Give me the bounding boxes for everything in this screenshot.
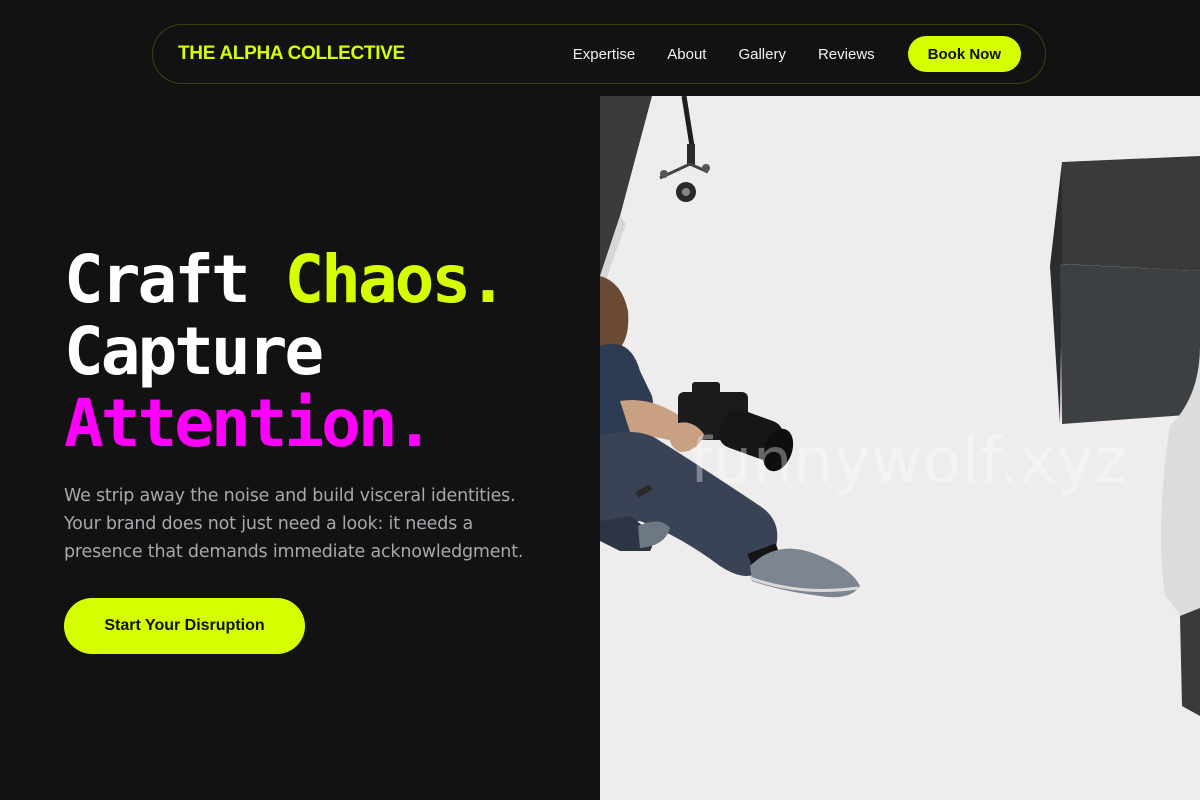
top-nav: THE ALPHA COLLECTIVE Expertise About Gal… [152, 24, 1046, 84]
hero-title: Craft Chaos. Capture Attention. [64, 241, 508, 462]
hero-title-line-2: Capture [64, 313, 324, 390]
nav-link-reviews[interactable]: Reviews [818, 46, 875, 63]
nav-links: Expertise About Gallery Reviews [573, 46, 875, 63]
hero-title-line-3: Attention. [64, 385, 434, 462]
start-disruption-button[interactable]: Start Your Disruption [64, 598, 305, 654]
nav-link-about[interactable]: About [667, 46, 706, 63]
nav-link-expertise[interactable]: Expertise [573, 46, 636, 63]
hero-title-line-1: Craft Chaos. [64, 241, 508, 318]
brand-logo[interactable]: THE ALPHA COLLECTIVE [178, 43, 573, 65]
nav-link-gallery[interactable]: Gallery [738, 46, 786, 63]
hero-title-word-chaos: Chaos. [284, 241, 507, 318]
hero-photo [600, 96, 1200, 800]
book-now-button[interactable]: Book Now [907, 36, 1021, 72]
page: THE ALPHA COLLECTIVE Expertise About Gal… [0, 0, 1200, 800]
hero-subtitle: We strip away the noise and build viscer… [64, 486, 524, 562]
hero-title-word-craft: Craft [64, 241, 251, 318]
photographer-photo-illustration [600, 96, 1200, 800]
